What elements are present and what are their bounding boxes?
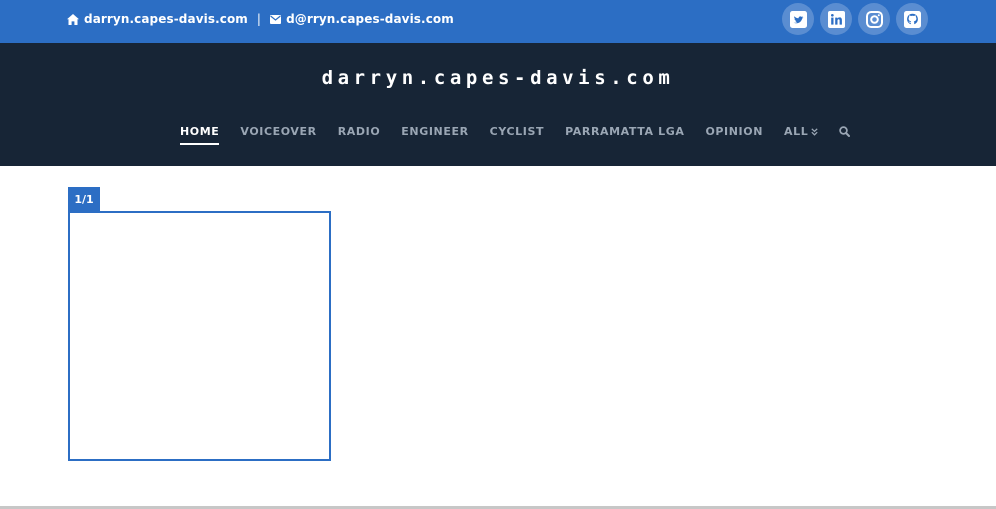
nav-item-home[interactable]: HOME <box>180 125 220 145</box>
nav-item-parramatta-lga[interactable]: PARRAMATTA LGA <box>565 125 684 142</box>
nav-item-label: PARRAMATTA LGA <box>565 125 685 138</box>
home-icon <box>67 13 79 25</box>
nav-item-voiceover[interactable]: VOICEOVER <box>240 125 316 142</box>
nav-item-radio[interactable]: RADIO <box>338 125 381 142</box>
github-icon <box>903 10 921 28</box>
envelope-icon <box>270 14 282 24</box>
nav-item-label: CYCLIST <box>489 125 545 138</box>
nav-item-label: RADIO <box>337 125 381 138</box>
site-title[interactable]: darryn.capes-davis.com <box>0 67 996 89</box>
email-link[interactable]: d@rryn.capes-davis.com <box>286 12 454 26</box>
social-links <box>782 3 934 35</box>
nav-item-all[interactable]: ALL <box>784 125 818 142</box>
linkedin-icon <box>827 10 845 28</box>
nav-item-opinion[interactable]: OPINION <box>705 125 763 142</box>
nav-item-cyclist[interactable]: CYCLIST <box>490 125 544 142</box>
nav-item-label: VOICEOVER <box>240 125 317 138</box>
slide-counter-badge: 1/1 <box>68 187 100 212</box>
gallery-image-frame[interactable] <box>68 211 331 461</box>
nav-item-label: ENGINEER <box>401 125 469 138</box>
instagram-icon <box>865 10 883 28</box>
nav-item-engineer[interactable]: ENGINEER <box>401 125 468 142</box>
main-nav: HOME VOICEOVER RADIO ENGINEER CYCLIST PA… <box>180 125 851 145</box>
twitter-button[interactable] <box>782 3 814 35</box>
top-bar: darryn.capes-davis.com | d@rryn.capes-da… <box>0 0 996 43</box>
contact-info: darryn.capes-davis.com | d@rryn.capes-da… <box>67 11 454 27</box>
double-chevron-down-icon <box>811 127 818 136</box>
instagram-button[interactable] <box>858 3 890 35</box>
search-icon <box>839 126 851 137</box>
github-button[interactable] <box>896 3 928 35</box>
site-link[interactable]: darryn.capes-davis.com <box>84 12 248 26</box>
search-button[interactable] <box>839 126 851 141</box>
twitter-icon <box>789 10 807 28</box>
nav-item-label: OPINION <box>705 125 763 138</box>
site-header: darryn.capes-davis.com HOME VOICEOVER RA… <box>0 43 996 166</box>
nav-item-label: ALL <box>784 125 809 138</box>
separator: | <box>256 12 262 26</box>
nav-item-label: HOME <box>180 125 220 138</box>
linkedin-button[interactable] <box>820 3 852 35</box>
